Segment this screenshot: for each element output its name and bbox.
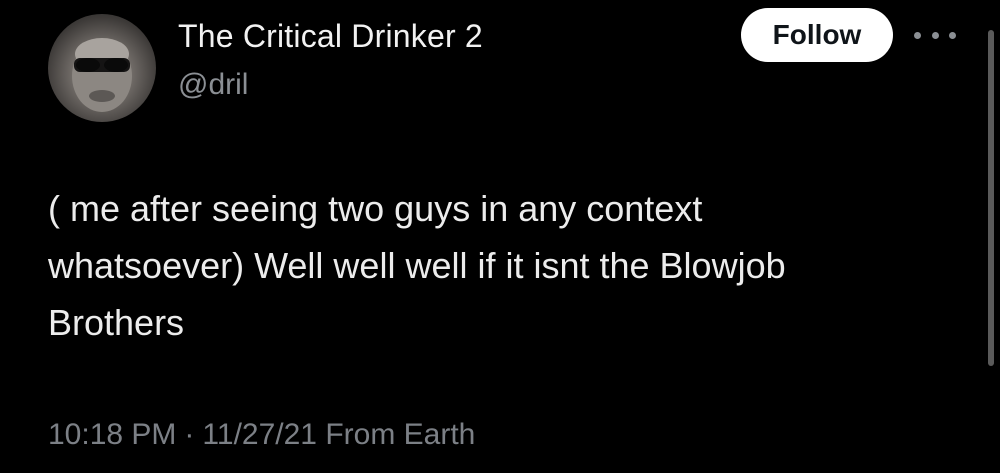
more-horizontal-icon[interactable] <box>914 22 956 48</box>
user-handle[interactable]: @dril <box>178 68 248 102</box>
tweet-time[interactable]: 10:18 PM <box>48 418 176 451</box>
meta-separator: · <box>184 418 195 451</box>
display-name[interactable]: The Critical Drinker 2 <box>178 18 483 55</box>
more-dot <box>949 31 956 39</box>
tweet-text: ( me after seeing two guys in any contex… <box>48 188 786 343</box>
more-dot <box>931 31 939 39</box>
tweet-card: The Critical Drinker 2 @dril Follow ( me… <box>0 0 1000 473</box>
avatar-photo <box>72 38 132 112</box>
scrollbar[interactable] <box>988 30 994 366</box>
tweet-source: From Earth <box>325 418 476 451</box>
tweet-meta: 10:18 PM · 11/27/21 From Earth <box>48 418 475 452</box>
follow-button[interactable]: Follow <box>741 8 893 62</box>
tweet-date[interactable]: 11/27/21 <box>202 418 317 451</box>
avatar[interactable] <box>48 14 156 122</box>
more-dot <box>914 31 921 39</box>
